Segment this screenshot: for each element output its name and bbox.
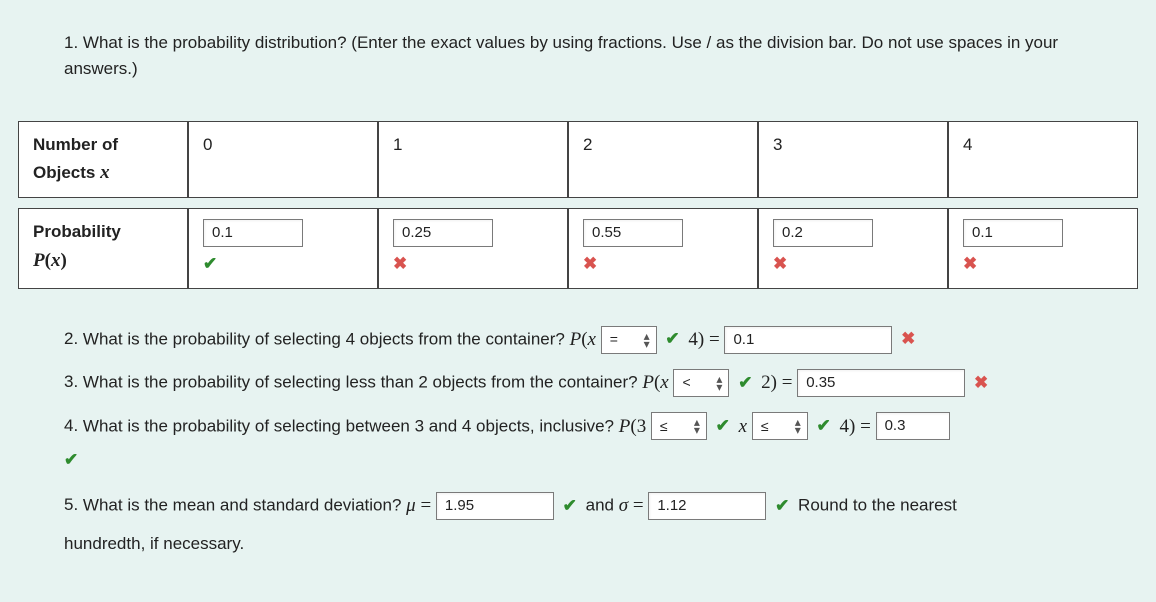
cross-icon: ✖ [901, 329, 915, 348]
chevron-updown-icon: ▴▾ [716, 375, 722, 391]
check-icon: ✔ [738, 373, 752, 392]
cross-icon: ✖ [583, 251, 743, 277]
q1-number: 1. [64, 33, 78, 52]
x-value-cell: 3 [758, 121, 948, 199]
question-4: 4. What is the probability of selecting … [64, 412, 1138, 441]
question-5: 5. What is the mean and standard deviati… [64, 491, 1138, 520]
table-header-row: Number of Objects x 0 1 2 3 4 [18, 121, 1138, 199]
cross-icon: ✖ [393, 251, 553, 277]
check-icon: ✔ [665, 329, 679, 348]
x-value-cell: 1 [378, 121, 568, 199]
x-value-cell: 4 [948, 121, 1138, 199]
comparison-select[interactable]: < ▴▾ [673, 369, 729, 397]
probability-input[interactable]: 0.1 [963, 219, 1063, 247]
cross-icon: ✖ [773, 251, 933, 277]
table-probability-row: Probability P(x) 0.1 ✔ 0.25 ✖ 0.55 ✖ 0.2… [18, 208, 1138, 288]
sigma-input[interactable]: 1.12 [648, 492, 766, 520]
question-2: 2. What is the probability of selecting … [64, 325, 1138, 354]
probability-input[interactable]: 0.1 [203, 219, 303, 247]
check-icon: ✔ [775, 496, 789, 515]
probability-cell: 0.25 ✖ [378, 208, 568, 288]
chevron-updown-icon: ▴▾ [644, 332, 650, 348]
probability-cell: 0.1 ✖ [948, 208, 1138, 288]
check-icon: ✔ [64, 447, 1138, 473]
probability-cell: 0.2 ✖ [758, 208, 948, 288]
cross-icon: ✖ [974, 373, 988, 392]
check-icon: ✔ [563, 496, 577, 515]
header-number-of-objects: Number of Objects x [18, 121, 188, 199]
check-icon: ✔ [203, 251, 363, 277]
check-icon: ✔ [817, 416, 831, 435]
x-value-cell: 2 [568, 121, 758, 199]
check-icon: ✔ [716, 416, 730, 435]
distribution-table: Number of Objects x 0 1 2 3 4 Probabilit… [18, 111, 1138, 299]
q1-body: What is the probability distribution? (E… [64, 33, 1058, 78]
cross-icon: ✖ [963, 251, 1123, 277]
probability-input[interactable]: 0.2 [773, 219, 873, 247]
chevron-updown-icon: ▴▾ [795, 418, 801, 434]
question-1-text: 1. What is the probability distribution?… [64, 30, 1124, 83]
chevron-updown-icon: ▴▾ [694, 418, 700, 434]
comparison-select[interactable]: ≤ ▴▾ [752, 412, 808, 440]
header-probability: Probability P(x) [18, 208, 188, 288]
probability-input[interactable]: 0.25 [393, 219, 493, 247]
answer-input[interactable]: 0.3 [876, 412, 950, 440]
probability-cell: 0.55 ✖ [568, 208, 758, 288]
question-5-tail: hundredth, if necessary. [64, 531, 1138, 557]
comparison-select[interactable]: = ▴▾ [601, 326, 657, 354]
probability-input[interactable]: 0.55 [583, 219, 683, 247]
question-3: 3. What is the probability of selecting … [64, 368, 1138, 397]
answer-input[interactable]: 0.35 [797, 369, 965, 397]
comparison-select[interactable]: ≤ ▴▾ [651, 412, 707, 440]
mu-input[interactable]: 1.95 [436, 492, 554, 520]
x-value-cell: 0 [188, 121, 378, 199]
probability-cell: 0.1 ✔ [188, 208, 378, 288]
answer-input[interactable]: 0.1 [724, 326, 892, 354]
